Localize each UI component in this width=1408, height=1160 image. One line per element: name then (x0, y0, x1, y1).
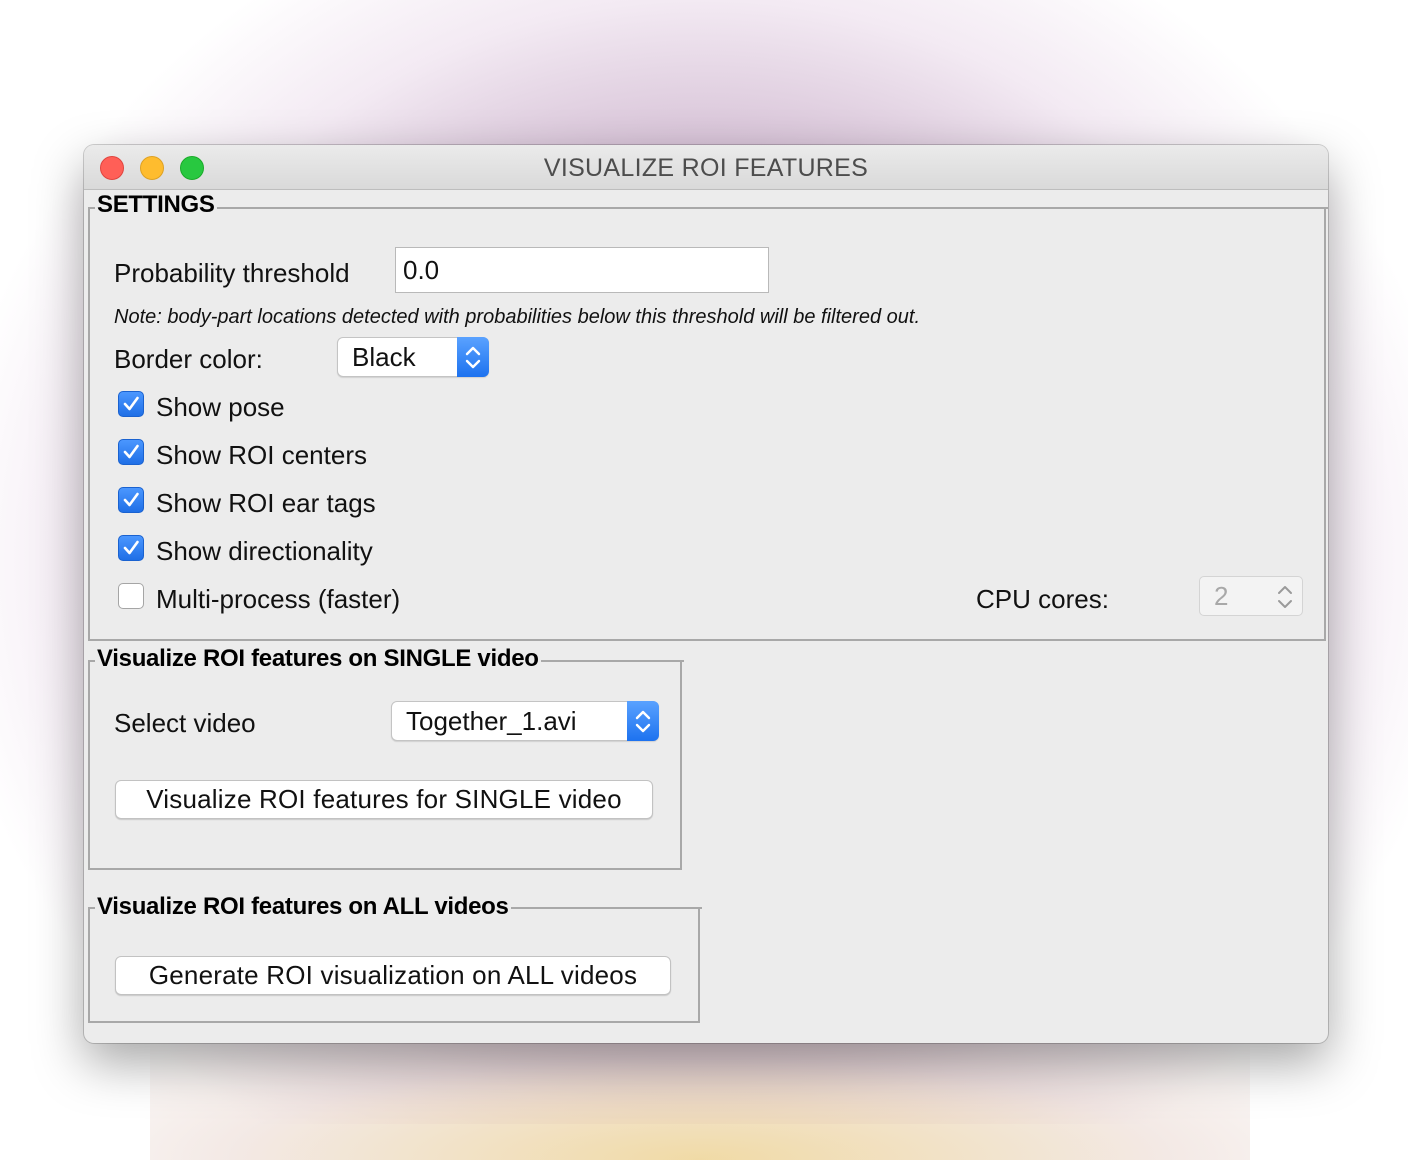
generate-all-videos-button[interactable]: Generate ROI visualization on ALL videos (115, 956, 671, 995)
select-video-dropdown[interactable]: Together_1.avi (391, 701, 659, 741)
show-roi-ear-tags-label[interactable]: Show ROI ear tags (156, 488, 376, 519)
all-videos-group-title: Visualize ROI features on ALL videos (95, 893, 511, 921)
updown-chevron-icon (465, 346, 481, 369)
updown-chevron-icon (1278, 586, 1292, 608)
show-pose-checkbox[interactable] (118, 391, 144, 417)
show-roi-centers-label[interactable]: Show ROI centers (156, 440, 367, 471)
checkmark-icon (123, 492, 139, 507)
cpu-cores-label: CPU cores: (976, 584, 1109, 614)
border-color-select[interactable]: Black (337, 337, 489, 377)
probability-threshold-input[interactable]: 0.0 (395, 247, 769, 293)
single-video-group-title: Visualize ROI features on SINGLE video (95, 645, 541, 673)
window-title: VISUALIZE ROI FEATURES (543, 154, 869, 182)
multi-process-checkbox[interactable] (118, 583, 144, 609)
checkmark-icon (123, 540, 139, 555)
visualize-roi-features-window: VISUALIZE ROI FEATURES SETTINGS Probabil… (84, 145, 1328, 1043)
threshold-note: Note: body-part locations detected with … (114, 306, 920, 328)
desktop-background-glow (150, 1040, 1250, 1160)
show-roi-centers-checkbox[interactable] (118, 439, 144, 465)
visualize-single-video-button[interactable]: Visualize ROI features for SINGLE video (115, 780, 653, 819)
updown-chevron-icon (635, 710, 651, 733)
cpu-cores-spinbox[interactable]: 2 (1199, 576, 1303, 616)
border-color-label: Border color: (114, 344, 263, 374)
show-directionality-label[interactable]: Show directionality (156, 536, 373, 567)
border-color-stepper (457, 337, 489, 377)
title-bar[interactable]: VISUALIZE ROI FEATURES (84, 145, 1328, 190)
show-directionality-checkbox[interactable] (118, 535, 144, 561)
checkmark-icon (123, 444, 139, 459)
settings-group-title: SETTINGS (95, 191, 217, 219)
cpu-cores-value: 2 (1214, 581, 1229, 611)
select-video-stepper (627, 701, 659, 741)
select-video-label: Select video (114, 708, 256, 738)
single-video-group (88, 660, 684, 870)
border-color-value: Black (352, 342, 416, 372)
selected-video-value: Together_1.avi (406, 706, 577, 736)
probability-threshold-label: Probability threshold (114, 258, 350, 288)
show-roi-ear-tags-checkbox[interactable] (118, 487, 144, 513)
multi-process-label[interactable]: Multi-process (faster) (156, 584, 400, 615)
checkmark-icon (123, 396, 139, 411)
show-pose-label[interactable]: Show pose (156, 392, 285, 423)
